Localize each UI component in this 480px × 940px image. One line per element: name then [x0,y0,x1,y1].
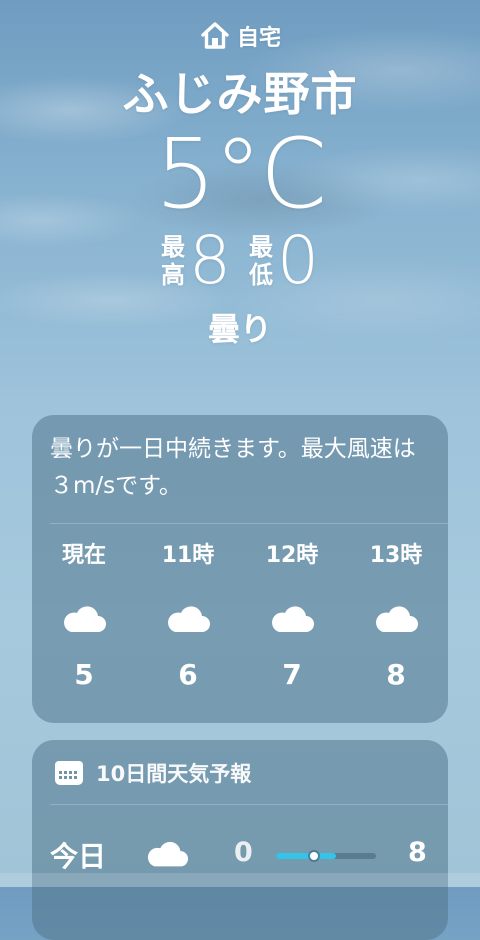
high-group: 最 高 8 [161,226,231,296]
low-temperature: 0 [277,222,319,299]
hour-label: 13時 [369,543,423,568]
location-label: 自宅 [236,26,281,51]
forecast-low: 0 [234,837,253,868]
hourly-forecast-card[interactable]: 曇りが一日中続きます。最大風速は３m/sです。 現在 5 11時 6 12時 7… [32,415,448,723]
hour-label: 現在 [61,543,106,568]
forecast-title: 10日間天気予報 [96,762,252,786]
forecast-header: 10日間天気予報 [54,758,251,788]
hour-temperature: 7 [282,658,302,691]
low-group: 最 低 0 [249,226,319,296]
hour-item: 13時 8 [344,540,448,691]
hour-item: 現在 5 [32,540,136,691]
high-low-row: 最 高 8 最 低 0 [0,226,480,296]
cloud-icon [168,606,210,632]
temperature-range-fill [276,853,336,859]
weather-condition: 曇り [207,310,272,348]
forecast-day-label: 今日 [50,840,107,873]
cloud-icon [272,606,314,632]
forecast-summary: 曇りが一日中続きます。最大風速は３m/sです。 [50,436,416,499]
hourly-list[interactable]: 現在 5 11時 6 12時 7 13時 8 [32,540,448,691]
city-name: ふじみ野市 [122,67,358,121]
hour-temperature: 6 [178,658,198,691]
forecast-day-row[interactable]: 今日 0 8 [32,835,448,875]
forecast-high: 8 [408,837,427,868]
ten-day-forecast-card[interactable]: 10日間天気予報 今日 0 8 [32,740,448,940]
hour-item: 12時 7 [240,540,344,691]
current-temperature-marker [310,852,318,860]
hour-label: 11時 [161,543,215,568]
cloud-icon [376,606,418,632]
home-icon [201,22,229,49]
calendar-icon [55,761,83,785]
high-label: 最 高 [161,233,185,289]
low-label: 最 低 [249,233,273,289]
bottom-toolbar-edge [0,873,480,887]
location-row: 自宅 [0,20,480,52]
divider [50,523,448,524]
hour-temperature: 5 [74,658,94,691]
temperature-range-bar [276,852,376,860]
hour-temperature: 8 [386,658,406,691]
hour-label: 12時 [265,543,319,568]
cloud-icon [64,606,106,632]
cloud-icon [147,841,189,867]
hour-item: 11時 6 [136,540,240,691]
high-temperature: 8 [189,222,231,299]
current-temperature: 5°C [154,118,327,230]
divider [50,804,448,805]
